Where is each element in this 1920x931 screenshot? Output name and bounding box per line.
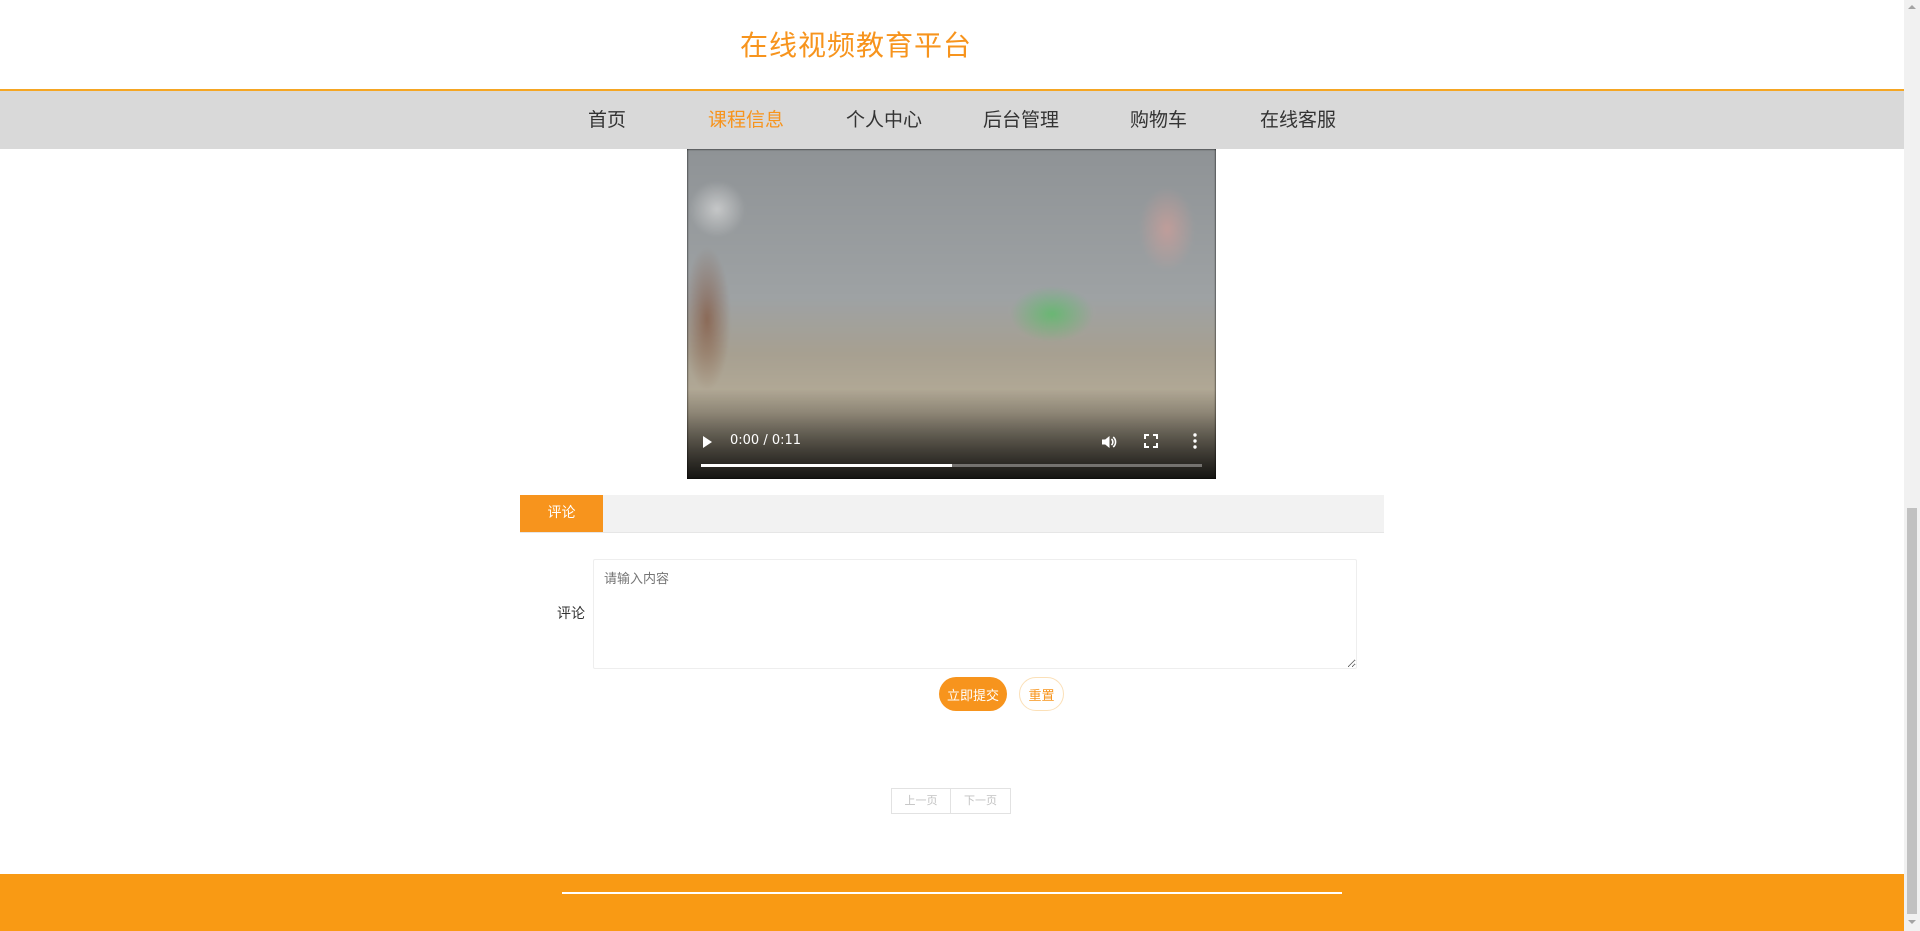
- nav-item-admin[interactable]: 后台管理: [983, 91, 1059, 149]
- scrollbar-thumb[interactable]: [1907, 508, 1917, 914]
- pagination: 上一页 下一页: [891, 788, 1011, 814]
- scroll-down-arrow-icon[interactable]: [1908, 920, 1916, 924]
- site-header: 在线视频教育平台: [0, 0, 1904, 91]
- nav-item-home[interactable]: 首页: [588, 91, 626, 149]
- more-options-icon[interactable]: [1193, 433, 1197, 449]
- site-title: 在线视频教育平台: [740, 29, 973, 62]
- fullscreen-icon[interactable]: [1144, 434, 1158, 448]
- video-time-display: 0:00 / 0:11: [730, 433, 802, 448]
- page-scrollbar[interactable]: [1904, 0, 1920, 931]
- play-icon[interactable]: [703, 436, 712, 448]
- nav-item-cart[interactable]: 购物车: [1130, 91, 1187, 149]
- page: 在线视频教育平台 首页 课程信息 个人中心 后台管理 购物车 在线客服 0:00…: [0, 0, 1920, 931]
- reset-button[interactable]: 重置: [1019, 677, 1064, 711]
- scroll-up-arrow-icon[interactable]: [1908, 5, 1916, 9]
- prev-page-button[interactable]: 上一页: [891, 788, 951, 814]
- submit-button[interactable]: 立即提交: [939, 677, 1007, 711]
- video-buffered-fill: [701, 464, 952, 467]
- next-page-button[interactable]: 下一页: [951, 788, 1011, 814]
- volume-icon[interactable]: [1100, 433, 1118, 451]
- comment-textarea[interactable]: [593, 559, 1357, 669]
- tab-bar: 评论: [520, 495, 1384, 533]
- video-controls: 0:00 / 0:11: [687, 419, 1216, 479]
- nav-bar: 首页 课程信息 个人中心 后台管理 购物车 在线客服: [0, 91, 1904, 149]
- content-area: 在线视频教育平台 首页 课程信息 个人中心 后台管理 购物车 在线客服 0:00…: [0, 0, 1904, 931]
- video-progress-bar[interactable]: [701, 464, 1202, 467]
- nav-item-course-info[interactable]: 课程信息: [708, 91, 784, 149]
- nav-item-online-service[interactable]: 在线客服: [1260, 91, 1336, 149]
- comment-label: 评论: [557, 606, 585, 622]
- tab-comment[interactable]: 评论: [520, 495, 603, 532]
- nav-item-personal-center[interactable]: 个人中心: [846, 91, 922, 149]
- video-player[interactable]: 0:00 / 0:11: [687, 149, 1216, 479]
- site-footer: [0, 874, 1904, 931]
- footer-divider: [562, 892, 1342, 894]
